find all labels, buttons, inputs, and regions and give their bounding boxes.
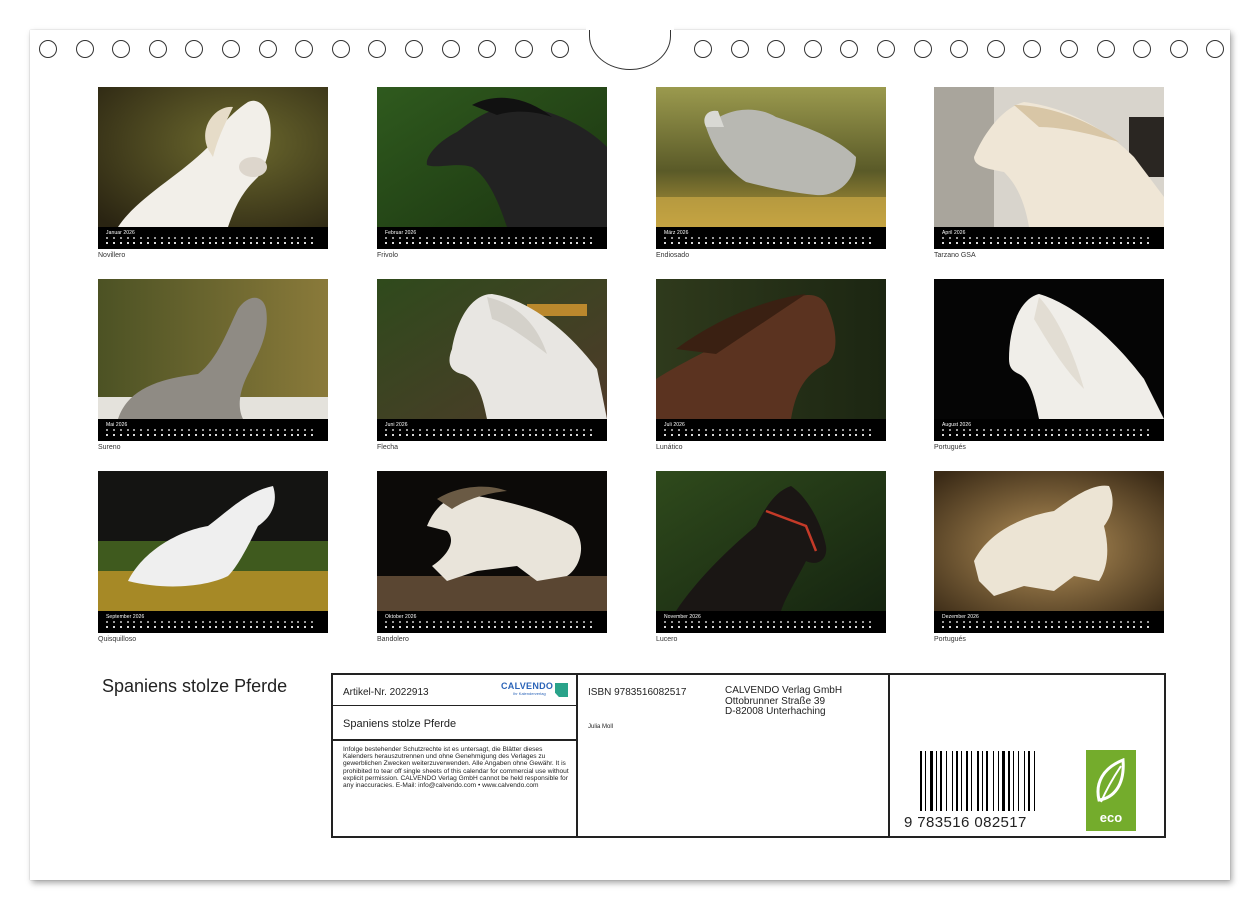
article-number: Artikel-Nr. 2022913 <box>343 687 429 698</box>
month-name: Oktober 2026 <box>385 614 417 620</box>
horse-photo <box>98 279 328 419</box>
month-thumb-april[interactable]: April 2026 Tarzano GSA <box>934 87 1164 261</box>
month-name: Mai 2026 <box>106 422 128 428</box>
calvendo-logo-icon <box>555 683 568 697</box>
month-thumb-october[interactable]: Oktober 2026 Bandolero <box>377 471 607 645</box>
month-thumb-june[interactable]: Juni 2026 Flecha <box>377 279 607 453</box>
photo-caption: Sureno <box>98 444 121 451</box>
month-calendar-bar: September 2026 <box>98 611 328 633</box>
month-thumb-december[interactable]: Dezember 2026 Portugués <box>934 471 1164 645</box>
horse-photo <box>934 471 1164 611</box>
horse-photo <box>656 471 886 611</box>
month-thumb-march[interactable]: März 2026 Endiosado <box>656 87 886 261</box>
month-calendar-bar: Januar 2026 <box>98 227 328 249</box>
photo-caption: Endiosado <box>656 252 690 259</box>
month-calendar-bar: April 2026 <box>934 227 1164 249</box>
calendar-title: Spaniens stolze Pferde <box>102 676 288 696</box>
photo-caption: Flecha <box>377 444 399 451</box>
month-calendar-bar: Juni 2026 <box>377 419 607 441</box>
article-cell: Artikel-Nr. 2022913 CALVENDO Ihr Kalende… <box>333 675 578 706</box>
horse-photo <box>377 471 607 611</box>
month-calendar-bar: März 2026 <box>656 227 886 249</box>
month-name: Januar 2026 <box>106 230 135 236</box>
publisher-cell: ISBN 9783516082517 Julia Moll CALVENDO V… <box>578 675 890 836</box>
photo-caption: Portugués <box>934 444 966 451</box>
month-thumb-january[interactable]: Januar 2026 Novillero <box>98 87 328 261</box>
month-calendar-bar: November 2026 <box>656 611 886 633</box>
photo-caption: Novillero <box>98 252 126 259</box>
month-calendar-bar: Dezember 2026 <box>934 611 1164 633</box>
month-name: April 2026 <box>942 230 966 236</box>
product-name: Spaniens stolze Pferde <box>343 718 457 730</box>
month-name: November 2026 <box>664 614 701 620</box>
month-name: August 2026 <box>942 422 972 428</box>
horse-photo <box>934 279 1164 419</box>
month-calendar-bar: Oktober 2026 <box>377 611 607 633</box>
horse-photo <box>98 471 328 611</box>
barcode-digits: 9 783516 082517 <box>904 814 1027 831</box>
month-thumb-november[interactable]: November 2026 Lucero <box>656 471 886 645</box>
month-name: September 2026 <box>106 614 145 620</box>
month-name: März 2026 <box>664 230 689 236</box>
barcode <box>920 751 1050 811</box>
product-info-box: Artikel-Nr. 2022913 CALVENDO Ihr Kalende… <box>331 673 1166 838</box>
publisher-address: CALVENDO Verlag GmbH Ottobrunner Straße … <box>725 685 843 717</box>
month-name: Dezember 2026 <box>942 614 979 620</box>
photo-caption: Lunático <box>656 444 683 451</box>
eco-badge: eco <box>1086 750 1136 831</box>
month-thumb-july[interactable]: Juli 2026 Lunático <box>656 279 886 453</box>
horse-photo <box>377 87 607 227</box>
product-name-cell: Spaniens stolze Pferde <box>333 706 578 741</box>
photo-caption: Portugués <box>934 636 966 643</box>
month-name: Februar 2026 <box>385 230 417 236</box>
month-thumb-february[interactable]: Februar 2026 Frivolo <box>377 87 607 261</box>
month-thumb-may[interactable]: Mai 2026 Sureno <box>98 279 328 453</box>
leaf-icon <box>1096 758 1125 803</box>
month-thumb-september[interactable]: September 2026 Quisquilloso <box>98 471 328 645</box>
photo-caption: Quisquilloso <box>98 636 137 643</box>
horse-photo <box>934 87 1164 227</box>
calvendo-logo: CALVENDO Ihr Kalenderverlag <box>501 681 569 701</box>
month-thumb-august[interactable]: August 2026 Portugués <box>934 279 1164 453</box>
horse-photo <box>377 279 607 419</box>
photo-caption: Tarzano GSA <box>934 252 976 259</box>
month-calendar-bar: Februar 2026 <box>377 227 607 249</box>
author: Julia Moll <box>588 724 614 730</box>
month-calendar-bar: August 2026 <box>934 419 1164 441</box>
isbn: ISBN 9783516082517 <box>588 687 687 698</box>
eco-label: eco <box>1099 810 1123 825</box>
legal-cell: Infolge bestehender Schutzrechte ist es … <box>333 741 578 836</box>
photo-caption: Bandolero <box>377 636 409 643</box>
month-name: Juli 2026 <box>664 422 685 428</box>
month-calendar-bar: Mai 2026 <box>98 419 328 441</box>
month-calendar-bar: Juli 2026 <box>656 419 886 441</box>
horse-photo <box>656 279 886 419</box>
barcode-cell: 9 783516 082517 eco <box>890 675 1164 836</box>
legal-notice: Infolge bestehender Schutzrechte ist es … <box>343 746 569 790</box>
photo-caption: Frivolo <box>377 252 399 259</box>
horse-photo <box>656 87 886 227</box>
photo-caption: Lucero <box>656 636 678 643</box>
horse-photo <box>98 87 328 227</box>
month-name: Juni 2026 <box>385 422 408 428</box>
